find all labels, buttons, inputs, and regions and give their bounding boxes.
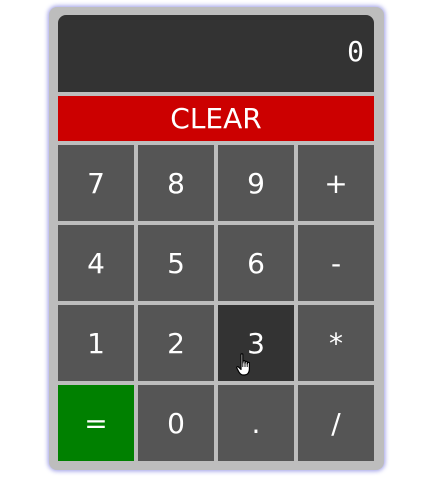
key-decimal[interactable]: . bbox=[218, 385, 294, 461]
key-multiply[interactable]: * bbox=[298, 305, 374, 381]
key-7[interactable]: 7 bbox=[58, 145, 134, 221]
key-1[interactable]: 1 bbox=[58, 305, 134, 381]
keypad: 7 8 9 + 4 5 6 - 1 2 3 * = 0 . / bbox=[58, 145, 374, 461]
key-equals[interactable]: = bbox=[58, 385, 134, 461]
key-8[interactable]: 8 bbox=[138, 145, 214, 221]
key-6[interactable]: 6 bbox=[218, 225, 294, 301]
key-plus[interactable]: + bbox=[298, 145, 374, 221]
key-0[interactable]: 0 bbox=[138, 385, 214, 461]
key-4[interactable]: 4 bbox=[58, 225, 134, 301]
calculator-display: 0 bbox=[58, 15, 374, 92]
key-divide[interactable]: / bbox=[298, 385, 374, 461]
key-3[interactable]: 3 bbox=[218, 305, 294, 381]
key-9[interactable]: 9 bbox=[218, 145, 294, 221]
calculator: 0 CLEAR 7 8 9 + 4 5 6 - 1 2 3 * = 0 . / bbox=[49, 7, 384, 470]
clear-button[interactable]: CLEAR bbox=[58, 96, 374, 141]
key-2[interactable]: 2 bbox=[138, 305, 214, 381]
key-minus[interactable]: - bbox=[298, 225, 374, 301]
key-5[interactable]: 5 bbox=[138, 225, 214, 301]
